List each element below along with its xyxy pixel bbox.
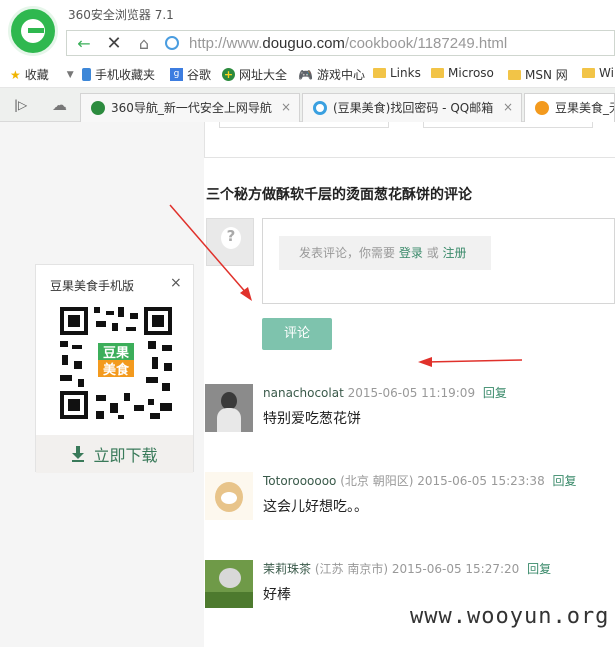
qr-code: 豆果 美食 <box>52 299 180 427</box>
douguo-icon <box>535 101 549 115</box>
phone-icon <box>82 68 91 81</box>
comment-text: 这会儿好想吃。。 <box>263 499 368 515</box>
avatar[interactable] <box>205 384 253 432</box>
register-link[interactable]: 注册 <box>443 246 467 260</box>
reply-link[interactable]: 回复 <box>527 562 551 576</box>
comment-username[interactable]: nanachocolat <box>263 386 344 400</box>
title-bar: 360安全浏览器 7.1 <box>0 0 615 56</box>
qr-title: 豆果美食手机版 <box>50 279 135 293</box>
tab-bar: |▷ ☁ 360导航_新一代安全上网导航 × (豆果美食)找回密码 - QQ邮箱… <box>0 88 615 122</box>
bookmarks-bar: ★ 收藏 ▼ 手机收藏夹 g 谷歌 + 网址大全 🎮 游戏中心 Links Mi… <box>0 60 615 88</box>
url-text[interactable]: http://www.douguo.com/cookbook/1187249.h… <box>189 35 507 52</box>
close-tab-icon[interactable]: × <box>281 100 291 114</box>
comment-time: 2015-06-05 11:19:09 <box>347 386 476 400</box>
app-title: 360安全浏览器 7.1 <box>68 8 174 22</box>
plus-icon: + <box>222 68 235 81</box>
reply-link[interactable]: 回复 <box>483 386 507 400</box>
bookmark-msn[interactable]: MSN 网 <box>508 66 568 83</box>
reply-link[interactable]: 回复 <box>553 474 577 488</box>
folder-icon <box>582 68 595 78</box>
comment-username[interactable]: Totoroooooo <box>263 474 336 488</box>
comment-time: 2015-06-05 15:23:38 <box>417 474 545 488</box>
comment-time: 2015-06-05 15:27:20 <box>391 562 520 576</box>
previous-card <box>204 122 615 158</box>
comment-username[interactable]: 茉莉珠茶 <box>263 562 311 576</box>
annotation-arrow <box>169 204 252 301</box>
download-icon <box>72 446 85 462</box>
sidebar-toggle-icon[interactable]: |▷ <box>14 98 27 112</box>
avatar[interactable] <box>205 560 253 608</box>
annotation-arrow <box>418 357 523 367</box>
comment-text: 特别爱吃葱花饼 <box>263 411 361 427</box>
download-button[interactable]: 立即下载 <box>36 435 193 473</box>
globe-icon <box>165 36 179 50</box>
comment-text: 好棒 <box>263 587 291 603</box>
folder-icon <box>373 68 386 78</box>
comment-location: (江苏 南京市) <box>314 562 389 576</box>
bookmark-links[interactable]: Links <box>373 66 421 80</box>
qq-mail-icon <box>313 101 327 115</box>
bookmark-sites[interactable]: + 网址大全 <box>222 66 287 83</box>
star-icon: ★ <box>10 67 21 82</box>
list-item: nanachocolat 2015-06-05 11:19:09 回复 特别爱吃… <box>204 380 615 460</box>
360-icon <box>91 101 105 115</box>
gamepad-icon: 🎮 <box>298 67 313 82</box>
submit-comment-button[interactable]: 评论 <box>262 318 332 350</box>
comment-location: (北京 朝阳区) <box>340 474 414 488</box>
login-hint: 发表评论，你需要 登录 或 注册 <box>279 236 491 270</box>
folder-icon <box>508 69 521 80</box>
bookmark-google[interactable]: g 谷歌 <box>170 66 211 83</box>
google-icon: g <box>170 68 183 81</box>
bookmark-mobile[interactable]: 手机收藏夹 <box>82 66 155 83</box>
tab-360-nav[interactable]: 360导航_新一代安全上网导航 × <box>80 93 300 122</box>
login-link[interactable]: 登录 <box>399 246 423 260</box>
avatar[interactable] <box>205 472 253 520</box>
watermark: www.wooyun.org <box>410 604 610 629</box>
back-arrow-icon[interactable]: ← <box>71 31 97 55</box>
chevron-down-icon[interactable]: ▼ <box>67 70 74 80</box>
cloud-icon[interactable]: ☁ <box>52 96 67 114</box>
svg-text:豆果: 豆果 <box>103 346 129 361</box>
home-icon[interactable]: ⌂ <box>131 31 157 55</box>
bookmark-microsoft[interactable]: Microso <box>431 66 494 80</box>
tab-qq-mail[interactable]: (豆果美食)找回密码 - QQ邮箱 × <box>302 93 522 122</box>
svg-text:美食: 美食 <box>103 362 130 378</box>
bookmark-windows[interactable]: Wi <box>582 66 614 80</box>
address-row: ← ✕ ⌂ http://www.douguo.com/cookbook/118… <box>0 26 615 60</box>
tab-douguo[interactable]: 豆果美食_无 <box>524 93 615 122</box>
comment-input[interactable]: 发表评论，你需要 登录 或 注册 <box>262 218 615 304</box>
list-item: Totoroooooo (北京 朝阳区) 2015-06-05 15:23:38… <box>204 468 615 548</box>
close-tab-icon[interactable]: × <box>503 100 513 114</box>
bookmark-games[interactable]: 🎮 游戏中心 <box>298 66 365 83</box>
folder-icon <box>431 68 444 78</box>
comments-section: 三个秘方做酥软千层的烫面葱花酥饼的评论 发表评论，你需要 登录 或 注册 评论 … <box>204 158 615 647</box>
stop-icon[interactable]: ✕ <box>101 31 127 55</box>
address-bar[interactable]: ← ✕ ⌂ http://www.douguo.com/cookbook/118… <box>66 30 615 56</box>
browser-logo-icon[interactable] <box>8 6 58 56</box>
bookmark-favorites[interactable]: ★ 收藏 ▼ <box>10 66 74 83</box>
